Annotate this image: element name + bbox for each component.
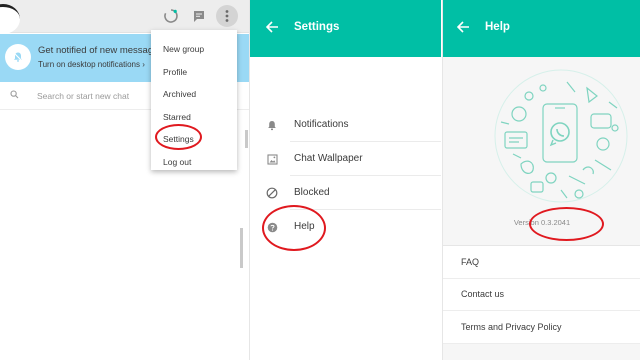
blocked-icon (265, 186, 279, 200)
main-menu-dropdown: New group Profile Archived Starred Setti… (151, 30, 237, 170)
enable-notifications-link[interactable]: Turn on desktop notifications › (38, 60, 145, 69)
scrollbar[interactable] (245, 130, 248, 148)
help-header: Help (443, 0, 640, 57)
version-highlight-ring (529, 207, 604, 241)
chat-list-panel: Get notified of new messages Turn on des… (0, 0, 249, 360)
settings-panel: Settings Notifications Chat Wallpaper Bl… (249, 0, 441, 360)
settings-header: Settings (250, 0, 441, 57)
menu-item-profile[interactable]: Profile (151, 61, 237, 84)
help-panel: Help Version 0.3.2041 FAQ Contact us Ter… (442, 0, 640, 360)
help-link-faq[interactable]: FAQ (443, 246, 640, 279)
notification-title: Get notified of new messages (38, 45, 164, 56)
bell-icon (265, 118, 279, 132)
settings-item-label: Notifications (294, 119, 349, 130)
new-chat-icon[interactable] (188, 5, 210, 27)
settings-item-label: Chat Wallpaper (294, 153, 363, 164)
settings-item-chat-wallpaper[interactable]: Chat Wallpaper (250, 142, 441, 176)
settings-item-blocked[interactable]: Blocked (250, 176, 441, 210)
menu-item-starred[interactable]: Starred (151, 106, 237, 129)
help-links: FAQ Contact us Terms and Privacy Policy (443, 245, 640, 344)
whatsapp-doodle-illustration (494, 69, 628, 203)
scrollbar[interactable] (240, 228, 243, 268)
menu-item-new-group[interactable]: New group (151, 38, 237, 61)
chat-list-header (0, 0, 249, 34)
search-input[interactable]: Search or start new chat (37, 91, 129, 101)
status-icon[interactable] (160, 5, 182, 27)
menu-item-archived[interactable]: Archived (151, 83, 237, 106)
back-arrow-icon[interactable] (457, 21, 470, 33)
menu-icon[interactable] (216, 5, 238, 27)
settings-highlight-ring (155, 124, 202, 150)
avatar[interactable] (0, 4, 20, 34)
menu-item-log-out[interactable]: Log out (151, 151, 237, 174)
help-title: Help (485, 21, 510, 33)
help-highlight-ring (262, 205, 326, 251)
back-arrow-icon[interactable] (266, 21, 279, 33)
settings-item-notifications[interactable]: Notifications (250, 108, 441, 142)
wallpaper-icon (265, 152, 279, 166)
bell-off-icon (5, 44, 31, 70)
settings-item-label: Blocked (294, 187, 330, 198)
search-icon (10, 90, 19, 99)
help-link-contact-us[interactable]: Contact us (443, 279, 640, 311)
help-link-terms-privacy[interactable]: Terms and Privacy Policy (443, 311, 640, 344)
settings-title: Settings (294, 21, 340, 33)
